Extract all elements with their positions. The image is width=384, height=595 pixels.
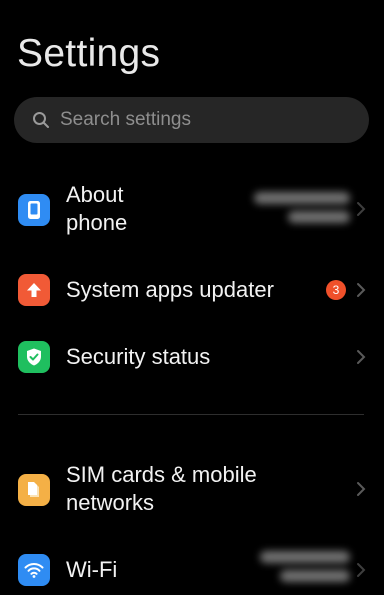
page-title: Settings xyxy=(17,32,161,75)
settings-item-label: Security status xyxy=(66,344,211,369)
redacted-value xyxy=(254,544,350,589)
chevron-right-icon xyxy=(357,482,366,496)
section-divider xyxy=(18,414,364,415)
sim-card-icon xyxy=(18,474,50,506)
search-placeholder: Search settings xyxy=(60,109,191,130)
chevron-right-icon xyxy=(357,350,366,364)
arrow-up-icon xyxy=(18,274,50,306)
settings-item-label-line2: phone xyxy=(66,210,128,235)
settings-item-label-line1: About xyxy=(66,182,124,207)
search-icon xyxy=(32,111,50,129)
settings-item-label: Wi-Fi xyxy=(66,557,118,582)
settings-item-label-line1: SIM cards & mobile xyxy=(66,462,257,487)
notification-badge: 3 xyxy=(326,280,346,300)
settings-item-security-status[interactable]: Security status xyxy=(0,337,384,377)
phone-icon xyxy=(18,194,50,226)
settings-item-sim-cards[interactable]: SIM cards & mobile networks xyxy=(0,455,384,525)
wifi-icon xyxy=(18,554,50,586)
settings-item-label: System apps updater xyxy=(66,277,274,302)
search-bar[interactable]: Search settings xyxy=(14,97,369,143)
settings-item-system-apps-updater[interactable]: System apps updater 3 xyxy=(0,270,384,310)
shield-check-icon xyxy=(18,341,50,373)
settings-item-about-phone[interactable]: About phone xyxy=(0,175,384,245)
chevron-right-icon xyxy=(357,202,366,216)
settings-item-wifi[interactable]: Wi-Fi xyxy=(0,548,384,592)
settings-item-label-line2: networks xyxy=(66,490,155,515)
redacted-value xyxy=(254,185,350,230)
chevron-right-icon xyxy=(357,283,366,297)
chevron-right-icon xyxy=(357,563,366,577)
